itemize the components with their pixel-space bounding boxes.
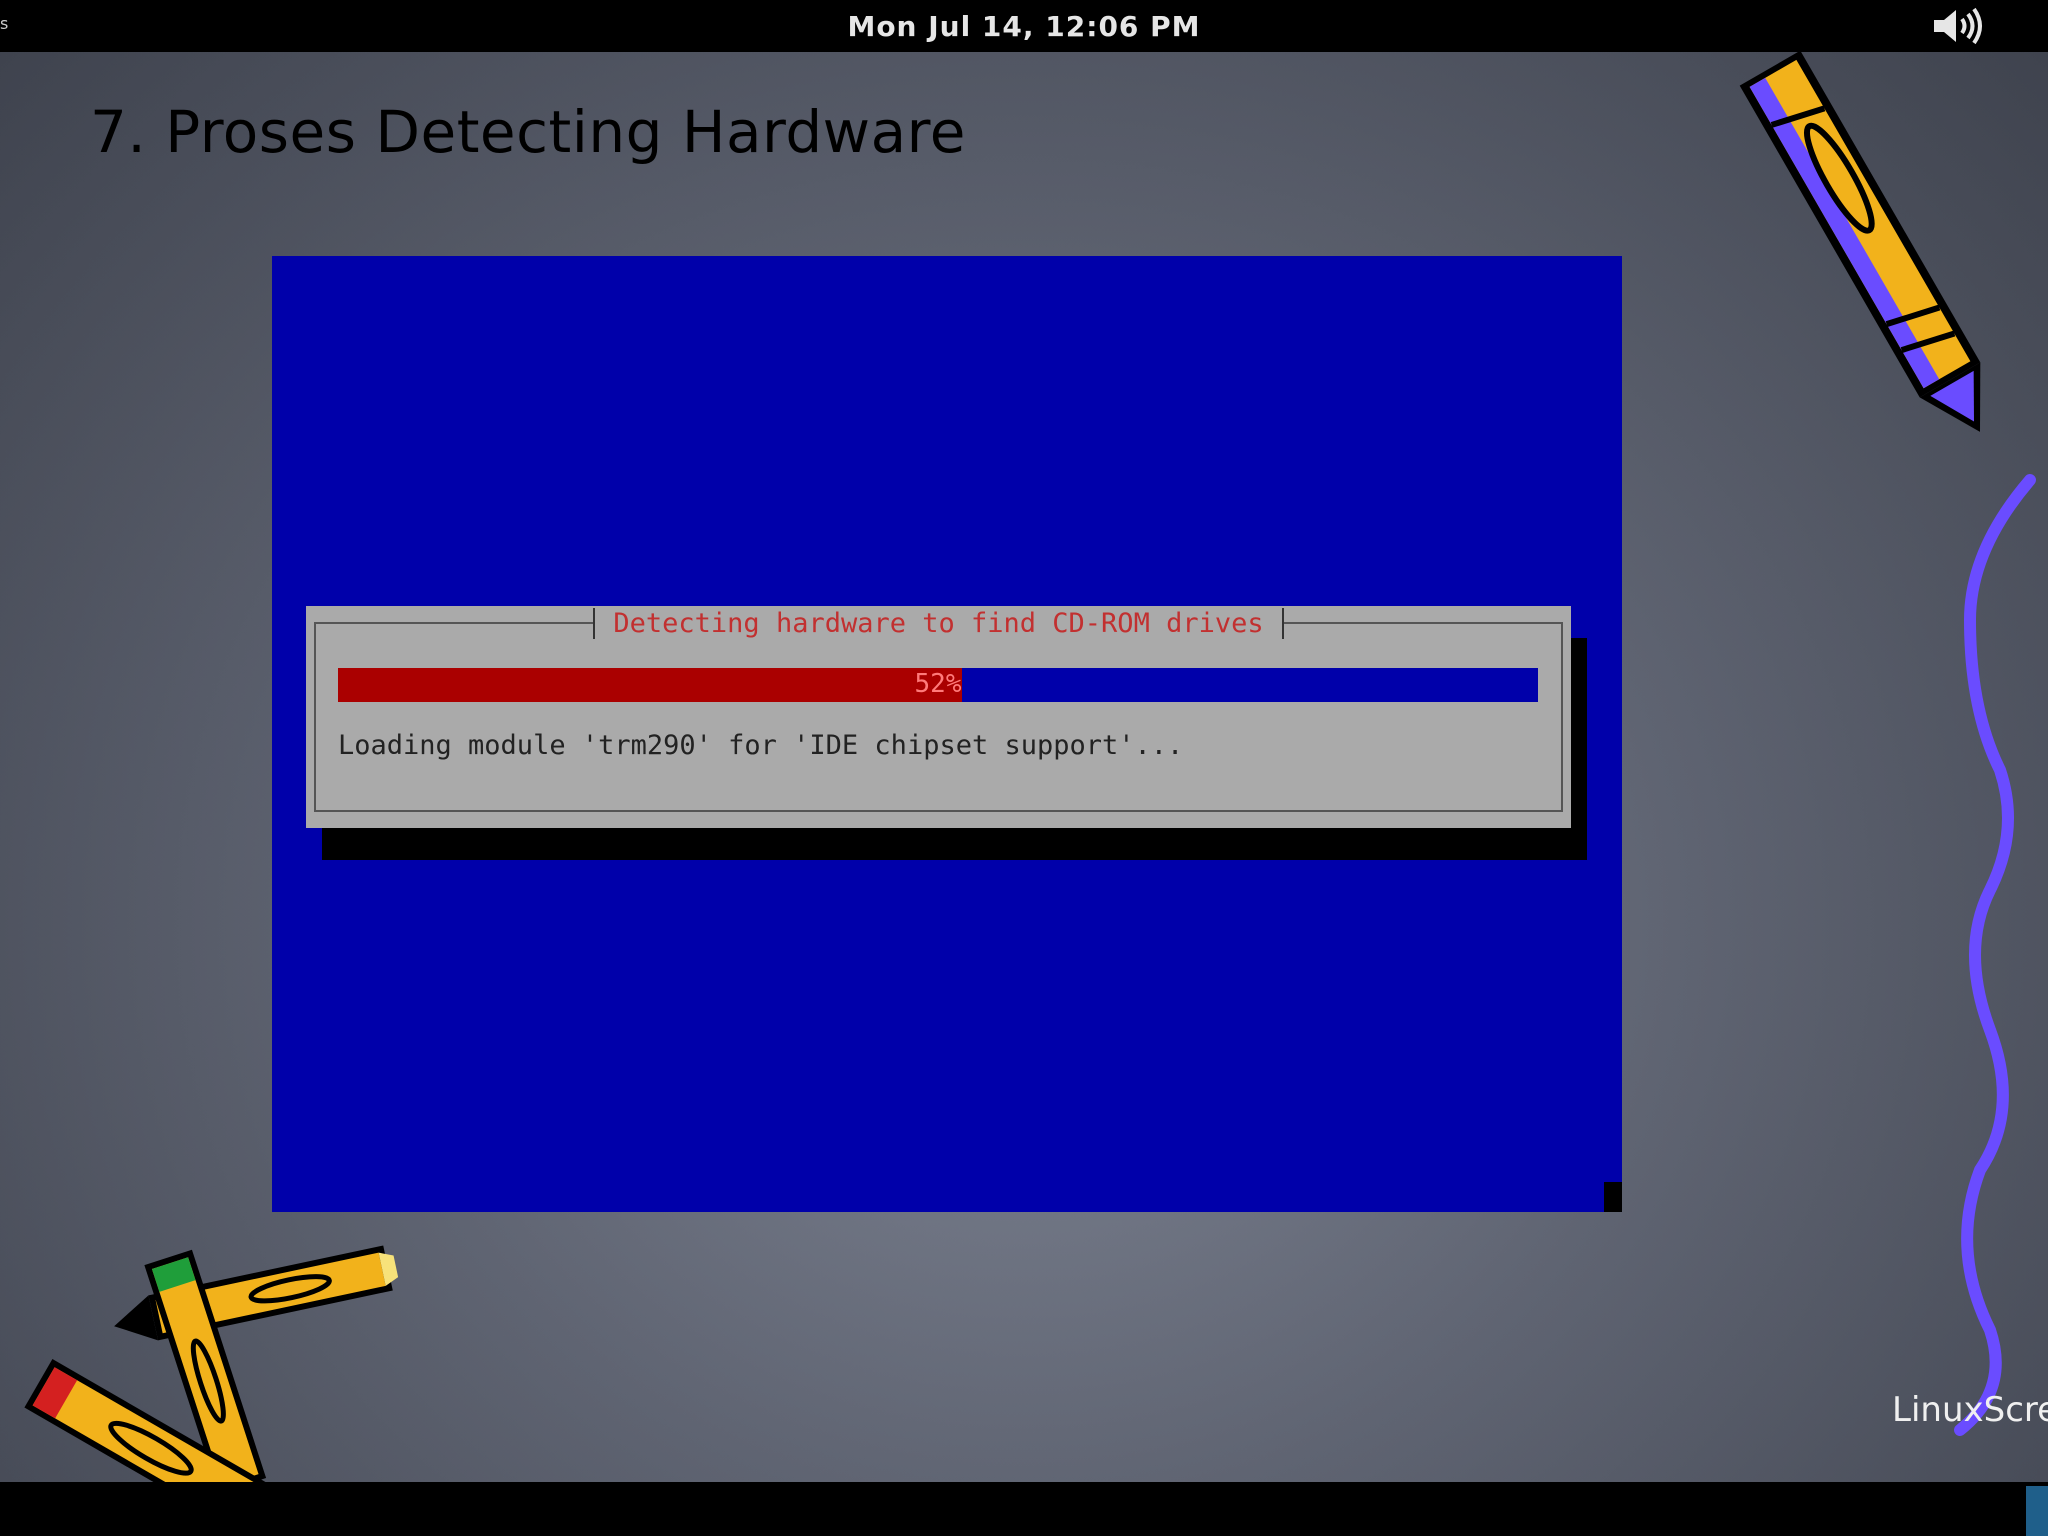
installer-screen: Detecting hardware to find CD-ROM drives…: [272, 256, 1622, 1212]
progress-dialog: Detecting hardware to find CD-ROM drives…: [306, 606, 1571, 828]
watermark: LinuxScre: [1892, 1390, 2048, 1430]
progress-percent-label: 52%: [914, 669, 962, 699]
dialog-title: Detecting hardware to find CD-ROM drives: [306, 608, 1571, 639]
dialog-frame: [314, 622, 1563, 812]
bottom-bar: [0, 1482, 2048, 1536]
pencil-clipart-icon: [1739, 50, 1981, 432]
status-message: Loading module 'trm290' for 'IDE chipset…: [338, 730, 1184, 761]
dialog-title-text: Detecting hardware to find CD-ROM drives: [593, 608, 1284, 639]
squiggle-line-icon: [1954, 474, 2036, 1436]
bottom-corner-accent: [2026, 1486, 2048, 1536]
slide-title: 7. Proses Detecting Hardware: [90, 98, 966, 166]
progress-bar: 52%: [338, 668, 1538, 702]
screen-corner-block: [1604, 1182, 1622, 1212]
